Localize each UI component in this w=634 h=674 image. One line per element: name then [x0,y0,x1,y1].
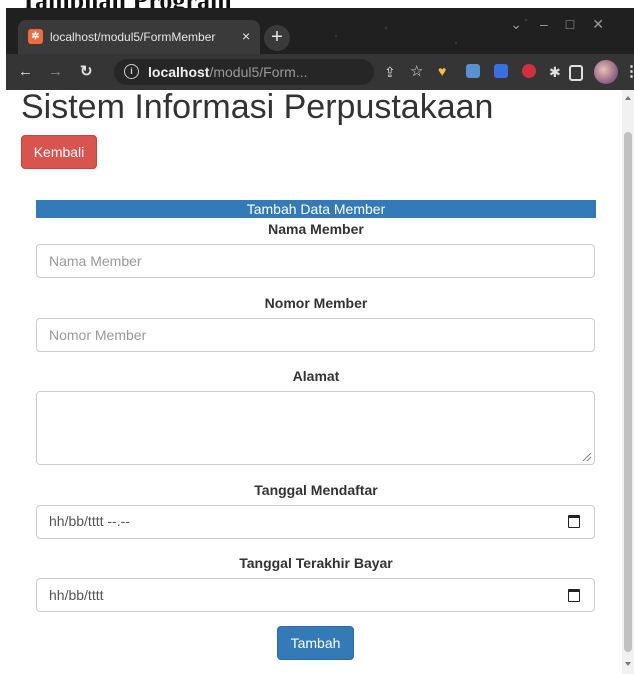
tanggal-terakhir-bayar-label: Tanggal Terakhir Bayar [239,555,393,571]
maximize-icon[interactable]: □ [566,16,592,32]
tab-title: localhost/modul5/FormMember [50,30,216,44]
browser-toolbar: ← → ↻ i localhost/modul5/Form... ⇪ ☆ ♥ ✱… [6,54,634,90]
forward-icon[interactable]: → [48,63,63,81]
tanggal-mendaftar-value: hh/bb/tttt --.-- [49,513,130,529]
scroll-down-arrow-icon[interactable] [625,662,631,666]
sidepanel-icon[interactable] [569,65,583,81]
tanggal-terakhir-bayar-input[interactable] [36,578,595,612]
scrollbar-thumb[interactable] [624,132,632,652]
browser-tab-active[interactable]: ✲ localhost/modul5/FormMember × [18,20,260,54]
nama-member-input[interactable] [36,244,595,278]
reload-icon[interactable]: ↻ [80,63,93,81]
nama-member-label: Nama Member [268,221,364,237]
profile-avatar[interactable] [594,60,618,84]
panel-heading: Tambah Data Member [36,200,596,218]
tab-search-icon[interactable]: ⌄ [510,16,540,32]
calendar-icon[interactable] [568,589,580,602]
browser-window-chrome: ✲ localhost/modul5/FormMember × + ⌄–□✕ ←… [6,8,634,90]
url-path: /modul5/Form... [209,64,308,80]
tab-close-icon[interactable]: × [242,28,250,44]
page-scrollbar[interactable] [622,90,634,674]
share-icon[interactable]: ⇪ [384,63,396,81]
menu-icon[interactable]: ⋮ [624,63,634,81]
star-icon[interactable]: ☆ [410,63,423,81]
nomor-member-input[interactable] [36,318,595,352]
heart-extension-icon[interactable]: ♥ [438,64,452,78]
new-tab-button[interactable]: + [264,25,290,51]
nomor-member-label: Nomor Member [264,295,368,311]
tambah-button[interactable]: Tambah [277,626,354,660]
window-controls: ⌄–□✕ [510,16,622,33]
calendar-icon[interactable] [568,515,580,528]
alamat-label: Alamat [292,368,340,384]
kembali-button[interactable]: Kembali [21,135,97,169]
page-viewport: Sistem Informasi Perpustakaan Kembali Ta… [6,90,622,674]
tanggal-mendaftar-label: Tanggal Mendaftar [254,482,378,498]
resize-grip-icon[interactable] [583,453,591,461]
close-window-icon[interactable]: ✕ [592,16,622,32]
address-bar[interactable]: i localhost/modul5/Form... [114,59,374,85]
xampp-favicon-icon: ✲ [28,29,43,44]
info-icon[interactable]: i [124,64,139,79]
extension-icon-2[interactable] [494,64,508,78]
extension-icon-3[interactable] [522,64,536,78]
url-host: localhost [148,64,210,80]
tanggal-terakhir-bayar-value: hh/bb/tttt [49,587,104,603]
scroll-up-arrow-icon[interactable] [625,96,631,100]
extension-icon-1[interactable] [466,64,480,78]
back-icon[interactable]: ← [18,63,33,81]
alamat-textarea[interactable] [36,391,595,465]
url-text: localhost/modul5/Form... [148,64,308,80]
page-title: Sistem Informasi Perpustakaan [21,90,494,126]
minimize-icon[interactable]: – [540,16,566,32]
puzzle-icon[interactable]: ✱ [549,63,561,81]
